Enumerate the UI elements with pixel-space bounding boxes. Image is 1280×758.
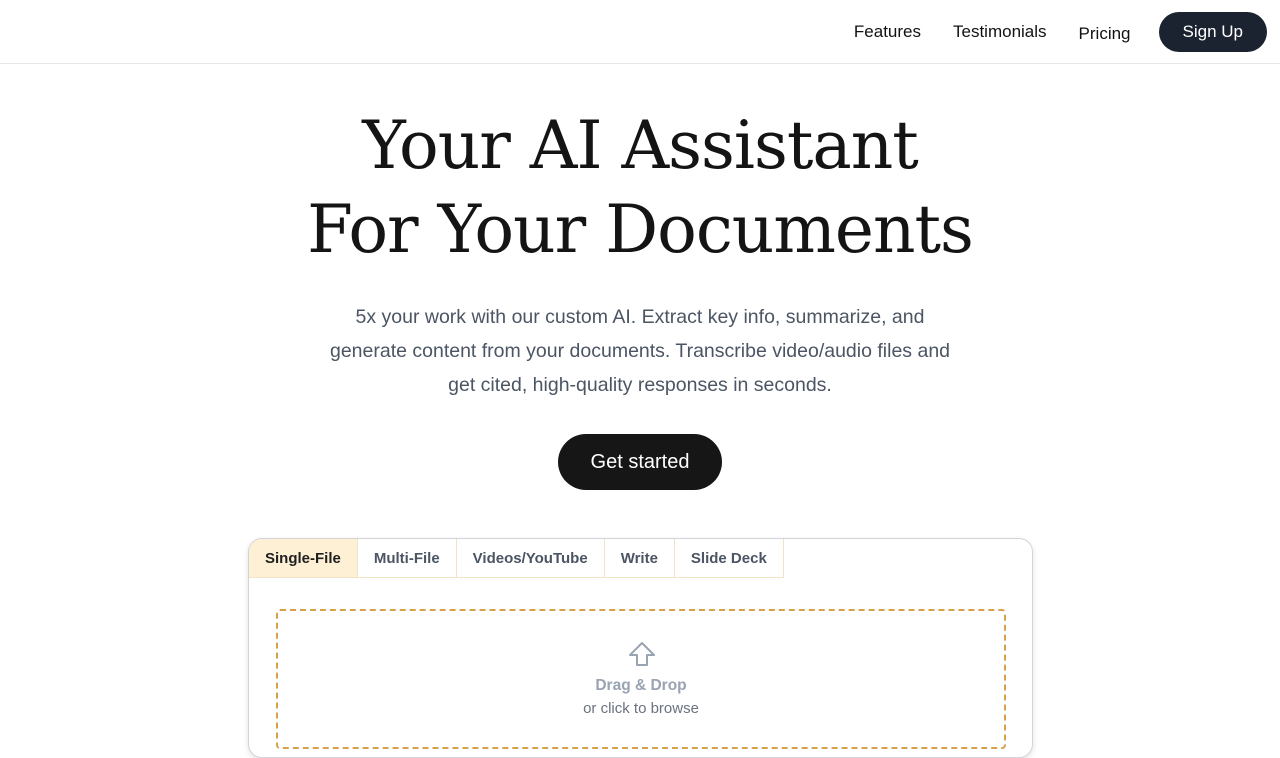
top-navbar: Features Testimonials Pricing Sign Up [0, 0, 1280, 64]
upload-card: Single-File Multi-File Videos/YouTube Wr… [248, 538, 1033, 758]
tab-videos-youtube[interactable]: Videos/YouTube [456, 539, 605, 578]
dropzone-title: Drag & Drop [595, 677, 687, 694]
tab-write[interactable]: Write [604, 539, 675, 578]
tab-single-file[interactable]: Single-File [249, 539, 358, 578]
hero-title-line-2: For Your Documents [307, 191, 974, 268]
upload-tabs: Single-File Multi-File Videos/YouTube Wr… [249, 539, 784, 578]
nav-link-features[interactable]: Features [854, 22, 921, 42]
file-dropzone[interactable]: Drag & Drop or click to browse [276, 609, 1006, 749]
nav-link-pricing[interactable]: Pricing [1079, 24, 1131, 44]
nav-link-testimonials[interactable]: Testimonials [953, 22, 1047, 42]
dropzone-subtitle: or click to browse [583, 700, 699, 717]
hero-title-line-1: Your AI Assistant [362, 107, 919, 184]
upload-arrow-icon [629, 642, 655, 666]
nav-links: Features Testimonials Pricing Sign Up [854, 12, 1267, 52]
tab-slide-deck[interactable]: Slide Deck [674, 539, 784, 578]
tab-multi-file[interactable]: Multi-File [357, 539, 457, 578]
hero-subtitle: 5x your work with our custom AI. Extract… [329, 306, 951, 396]
sign-up-button[interactable]: Sign Up [1158, 12, 1267, 52]
get-started-button[interactable]: Get started [558, 434, 722, 490]
hero-title: Your AI Assistant For Your Documents [0, 104, 1280, 272]
